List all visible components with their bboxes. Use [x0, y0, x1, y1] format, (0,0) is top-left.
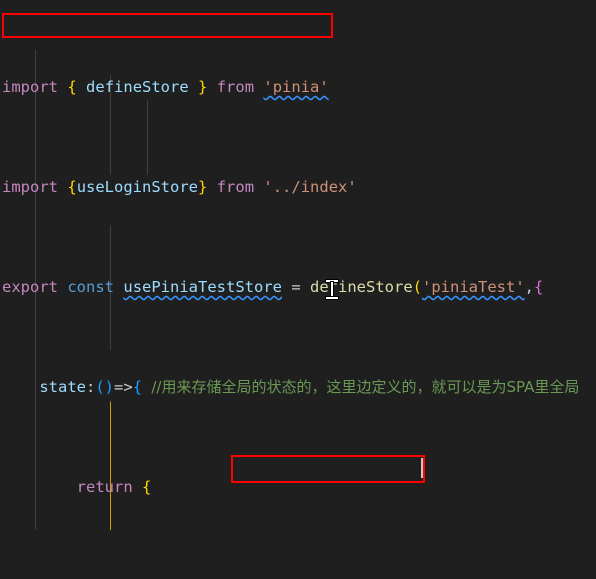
- token-define-store-call: defineStore: [310, 278, 413, 296]
- code-line-4[interactable]: state:()=>{ //用来存储全局的状态的，这里边定义的，就可以是为SPA…: [0, 375, 596, 400]
- code-editor-viewport[interactable]: import { defineStore } from 'pinia' impo…: [0, 0, 596, 579]
- comment-state: //用来存储全局的状态的，这里边定义的，就可以是为SPA里全局: [151, 378, 580, 396]
- token-index-module: '../index': [263, 178, 357, 196]
- token-pinia-test-id: 'piniaTest': [422, 278, 525, 296]
- token-use-pinia-test-store: usePiniaTestStore: [123, 278, 282, 296]
- token-pinia-module: 'pinia': [263, 78, 329, 96]
- token-from: from: [216, 78, 255, 96]
- code-line-6[interactable]: helloWorld:'Hello World',: [0, 575, 596, 579]
- token-use-login-store: useLoginStore: [76, 178, 199, 196]
- code-lines-container[interactable]: import { defineStore } from 'pinia' impo…: [0, 0, 596, 579]
- token-return: return: [76, 478, 133, 496]
- code-line-5[interactable]: return {: [0, 475, 596, 500]
- code-line-1[interactable]: import { defineStore } from 'pinia': [0, 75, 596, 100]
- token-define-store: defineStore: [86, 78, 189, 96]
- text-caret: [421, 458, 423, 478]
- token-const: const: [67, 278, 115, 296]
- code-line-3[interactable]: export const usePiniaTestStore = defineS…: [0, 275, 596, 300]
- token-export: export: [2, 278, 58, 296]
- token-state-key: state: [39, 378, 86, 396]
- token-from: from: [216, 178, 255, 196]
- token-import: import: [2, 178, 58, 196]
- token-import: import: [2, 78, 58, 96]
- code-line-2[interactable]: import {useLoginStore} from '../index': [0, 175, 596, 200]
